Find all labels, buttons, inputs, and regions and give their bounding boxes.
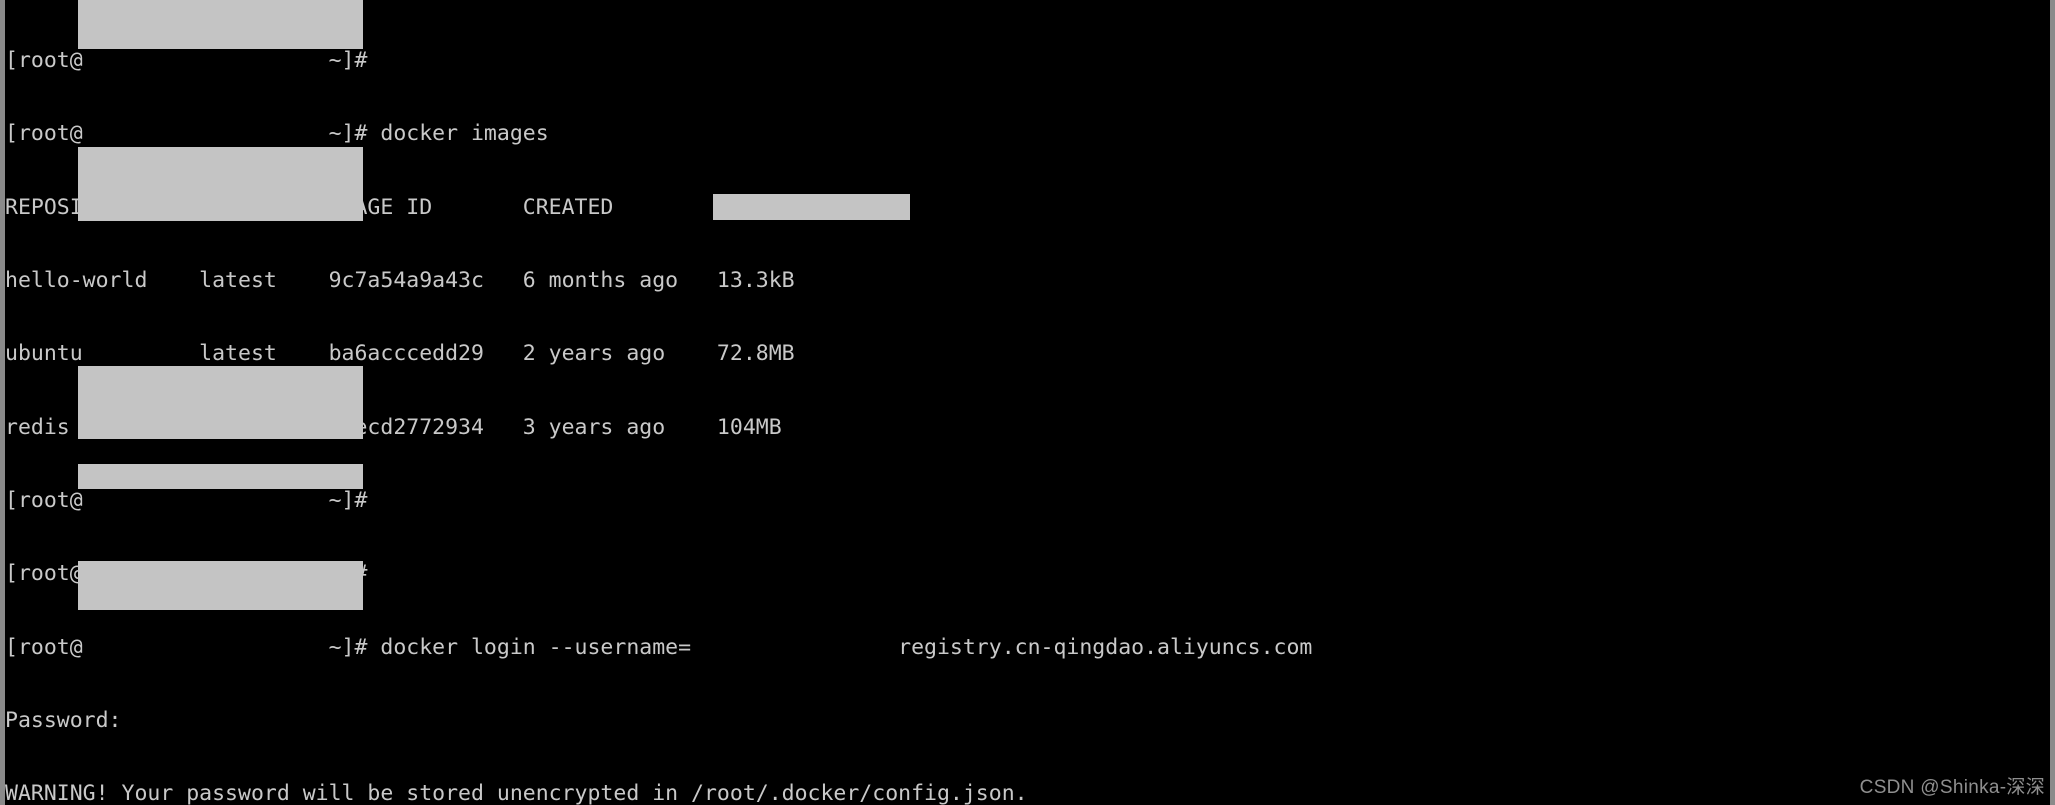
terminal-line: [root@ ~]# docker images xyxy=(5,121,549,147)
hostname-redaction-4 xyxy=(78,464,363,489)
hostname-redaction-5 xyxy=(78,561,363,610)
terminal-line: Password: xyxy=(5,708,122,733)
hostname-redaction-1 xyxy=(78,0,363,49)
hostname-redaction-2 xyxy=(78,147,363,221)
username-redaction xyxy=(713,194,910,220)
terminal-line: [root@ ~]# xyxy=(5,487,381,513)
terminal-line: ubuntu latest ba6acccedd29 2 years ago 7… xyxy=(5,341,795,367)
csdn-watermark: CSDN @Shinka-深深 xyxy=(1859,777,2045,798)
terminal-line: WARNING! Your password will be stored un… xyxy=(5,781,1028,805)
terminal-screen: [root@ ~]# [root@ ~]# docker images REPO… xyxy=(0,0,2055,805)
terminal-line: [root@ ~]# xyxy=(5,47,381,73)
terminal-line: [root@ ~]# docker login --username= regi… xyxy=(5,634,1313,660)
terminal-line: hello-world latest 9c7a54a9a43c 6 months… xyxy=(5,267,795,293)
right-scrollbar-strip[interactable] xyxy=(2050,0,2055,805)
hostname-redaction-3 xyxy=(78,366,363,439)
